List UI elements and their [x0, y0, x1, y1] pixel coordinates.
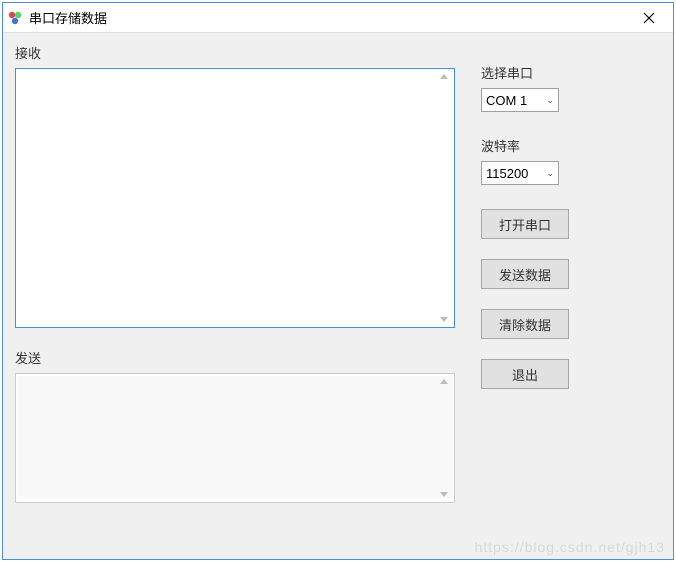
baud-selected-value: 115200	[486, 166, 528, 181]
clear-data-button[interactable]: 清除数据	[481, 309, 569, 339]
baud-label: 波特率	[481, 136, 656, 155]
client-area: 接收 发送 选择串口 COM 1 ⌄ 波特率	[3, 33, 673, 559]
chevron-down-icon: ⌄	[546, 168, 554, 179]
open-port-button[interactable]: 打开串口	[481, 209, 569, 239]
window-title: 串口存储数据	[29, 8, 629, 27]
baud-group: 波特率 115200 ⌄	[481, 136, 656, 185]
right-column: 选择串口 COM 1 ⌄ 波特率 115200 ⌄ 打开串口 发送数据 清除数据…	[481, 63, 656, 409]
send-label: 发送	[15, 348, 455, 367]
app-icon	[7, 10, 23, 26]
receive-label: 接收	[15, 43, 455, 62]
left-column: 接收 发送	[15, 43, 455, 523]
chevron-down-icon: ⌄	[546, 95, 554, 106]
watermark-text: https://blog.csdn.net/gjh13	[475, 539, 665, 555]
close-button[interactable]	[629, 3, 669, 33]
port-select[interactable]: COM 1 ⌄	[481, 88, 559, 112]
port-group: 选择串口 COM 1 ⌄	[481, 63, 656, 112]
exit-button[interactable]: 退出	[481, 359, 569, 389]
send-box	[15, 373, 455, 503]
baud-select[interactable]: 115200 ⌄	[481, 161, 559, 185]
receive-box	[15, 68, 455, 328]
port-selected-value: COM 1	[486, 93, 527, 108]
send-textarea[interactable]	[18, 376, 452, 498]
titlebar: 串口存储数据	[3, 3, 673, 33]
receive-textarea[interactable]	[18, 71, 452, 321]
send-data-button[interactable]: 发送数据	[481, 259, 569, 289]
port-label: 选择串口	[481, 63, 656, 82]
serial-port-window: 串口存储数据 接收 发送 选择串口 COM 1 ⌄	[2, 2, 674, 560]
